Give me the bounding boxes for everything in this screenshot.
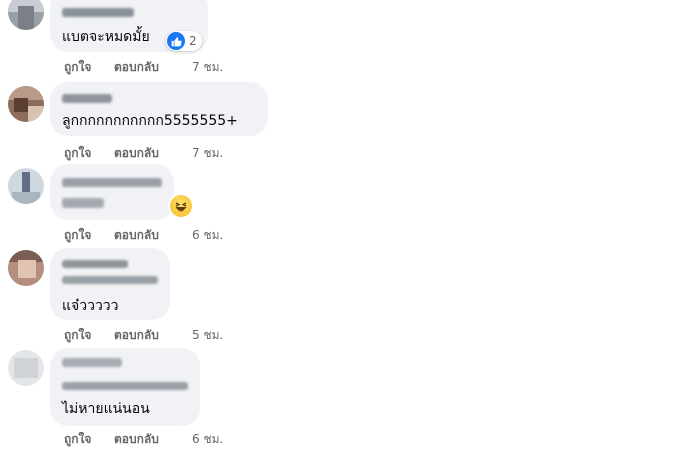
timestamp[interactable]: 7 ชม.	[192, 144, 223, 163]
avatar[interactable]	[8, 86, 44, 122]
haha-reaction-icon[interactable]	[170, 195, 192, 217]
author-name[interactable]	[62, 358, 122, 367]
comment-bubble	[50, 164, 174, 220]
timestamp[interactable]: 7 ชม.	[192, 58, 223, 77]
reply-link[interactable]: ตอบกลับ	[114, 430, 192, 449]
like-link[interactable]: ถูกใจ	[64, 58, 114, 77]
reaction-count: 2	[189, 34, 197, 48]
author-name[interactable]	[62, 94, 112, 103]
comment-bubble: ลูกกกกกกกกกกก5555555+	[50, 82, 268, 136]
author-name-line2	[62, 276, 158, 284]
comment-text: ไม่หายแน่นอน	[62, 401, 150, 417]
author-name[interactable]	[62, 260, 128, 268]
reaction-summary[interactable]: 2	[166, 31, 202, 51]
comment-bubble: ไม่หายแน่นอน	[50, 348, 200, 426]
like-link[interactable]: ถูกใจ	[64, 226, 114, 245]
reply-link[interactable]: ตอบกลับ	[114, 58, 192, 77]
like-link[interactable]: ถูกใจ	[64, 144, 114, 163]
avatar[interactable]	[8, 0, 44, 30]
timestamp[interactable]: 6 ชม.	[192, 430, 223, 449]
comment-actions: ถูกใจ ตอบกลับ 7 ชม.	[64, 144, 223, 163]
comment-actions: ถูกใจ ตอบกลับ 7 ชม.	[64, 58, 223, 77]
comment-text: แจ๋ววววว	[62, 298, 119, 314]
avatar[interactable]	[8, 168, 44, 204]
avatar[interactable]	[8, 350, 44, 386]
reply-link[interactable]: ตอบกลับ	[114, 226, 192, 245]
like-link[interactable]: ถูกใจ	[64, 430, 114, 449]
avatar[interactable]	[8, 250, 44, 286]
comment-text: แบตจะหมดมั้ย	[62, 29, 150, 45]
timestamp[interactable]: 5 ชม.	[192, 326, 223, 345]
comment-actions: ถูกใจ ตอบกลับ 6 ชม.	[64, 430, 223, 449]
author-name-line2	[62, 382, 188, 390]
comment-text: ลูกกกกกกกกกกก5555555+	[62, 113, 238, 129]
author-name[interactable]	[62, 178, 162, 187]
like-reaction-icon	[167, 32, 185, 50]
author-name[interactable]	[62, 8, 134, 17]
comment-actions: ถูกใจ ตอบกลับ 6 ชม.	[64, 226, 223, 245]
like-link[interactable]: ถูกใจ	[64, 326, 114, 345]
reply-link[interactable]: ตอบกลับ	[114, 326, 192, 345]
comment-text-blurred	[62, 198, 104, 208]
comment-bubble: แจ๋ววววว	[50, 248, 170, 320]
timestamp[interactable]: 6 ชม.	[192, 226, 223, 245]
reply-link[interactable]: ตอบกลับ	[114, 144, 192, 163]
comment-actions: ถูกใจ ตอบกลับ 5 ชม.	[64, 326, 223, 345]
